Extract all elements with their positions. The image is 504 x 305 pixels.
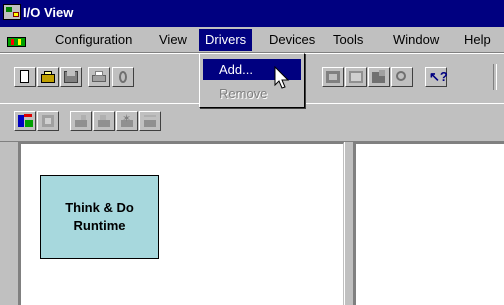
cut-icon[interactable] <box>112 67 134 87</box>
runtime-node[interactable]: Think & Do Runtime <box>40 175 159 259</box>
menu-drivers[interactable]: Drivers <box>199 29 253 51</box>
menu-devices[interactable]: Devices <box>263 29 321 51</box>
app-icon[interactable] <box>3 4 21 20</box>
left-margin <box>0 142 19 305</box>
device-star-icon[interactable]: ✶ <box>116 111 138 131</box>
driver-toolbar: ✶ <box>0 103 504 142</box>
menu-window[interactable]: Window <box>387 29 445 51</box>
window-title: I/O View <box>23 5 74 20</box>
io-view-window: I/O View Configuration View Drivers Devi… <box>0 0 504 305</box>
io-map-icon[interactable] <box>345 67 367 87</box>
remove-driver-icon[interactable] <box>37 111 59 131</box>
menu-configuration[interactable]: Configuration <box>49 29 138 51</box>
io-view-icon[interactable] <box>368 67 390 87</box>
new-icon[interactable] <box>14 67 36 87</box>
print-icon[interactable] <box>88 67 110 87</box>
menu-view[interactable]: View <box>153 29 193 51</box>
add-driver-icon[interactable] <box>14 111 36 131</box>
system-menu-icon[interactable] <box>7 37 26 47</box>
detail-pane[interactable] <box>354 142 504 305</box>
runtime-node-line1: Think & Do <box>65 200 134 215</box>
add-device-icon[interactable] <box>70 111 92 131</box>
runtime-node-line2: Runtime <box>73 218 126 233</box>
mouse-pointer-icon <box>274 66 290 89</box>
pane-splitter[interactable] <box>344 142 354 305</box>
device-settings-icon[interactable] <box>139 111 161 131</box>
io-config-icon[interactable] <box>322 67 344 87</box>
device-icon[interactable] <box>93 111 115 131</box>
menu-help[interactable]: Help <box>458 29 497 51</box>
open-icon[interactable] <box>37 67 59 87</box>
zoom-icon[interactable] <box>391 67 413 87</box>
menu-tools[interactable]: Tools <box>327 29 369 51</box>
save-icon[interactable] <box>60 67 82 87</box>
whats-this-icon[interactable]: ↖? <box>425 67 448 87</box>
title-bar[interactable]: I/O View <box>0 0 504 27</box>
menu-bar: Configuration View Drivers Devices Tools… <box>0 27 504 53</box>
